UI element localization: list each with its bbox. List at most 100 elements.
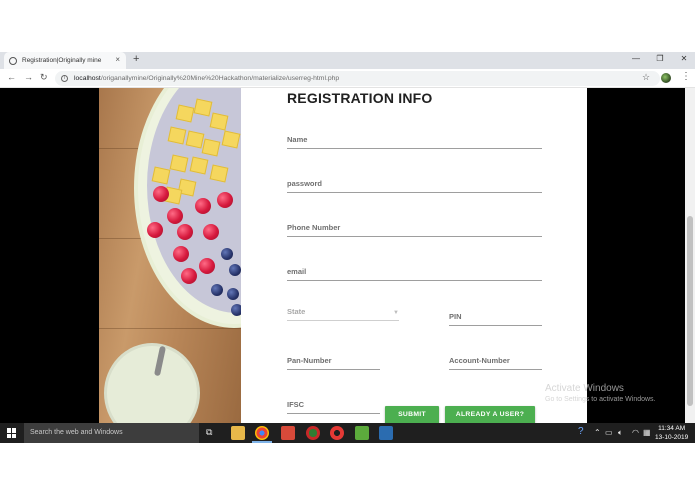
ifsc-label: IFSC	[287, 400, 305, 409]
registration-form: REGISTRATION INFO Name password Phone Nu…	[241, 88, 587, 423]
activate-subtitle: Go to Settings to activate Windows.	[545, 396, 656, 403]
profile-avatar[interactable]	[661, 73, 671, 83]
mango-piece	[221, 130, 241, 149]
file-explorer-icon[interactable]	[231, 426, 245, 440]
menu-dots-icon[interactable]: ⋮	[681, 71, 691, 82]
account-number-field[interactable]: Account-Number	[449, 351, 542, 370]
mango-piece	[169, 154, 189, 173]
raspberry	[181, 268, 197, 284]
mango-piece	[167, 126, 187, 145]
raspberry	[153, 186, 169, 202]
chrome-icon[interactable]	[255, 426, 269, 440]
reload-icon[interactable]: ↻	[40, 72, 48, 83]
mango-piece	[209, 164, 229, 183]
maximize-button[interactable]: ❐	[653, 54, 667, 63]
raspberry	[167, 208, 183, 224]
mango-piece	[151, 166, 171, 185]
raspberry	[173, 246, 189, 262]
volume-icon[interactable]: 🔈︎	[618, 428, 623, 438]
raspberry	[147, 222, 163, 238]
pan-number-field[interactable]: Pan-Number	[287, 351, 380, 370]
pan-number-label: Pan-Number	[287, 356, 332, 365]
notepad-plus-icon[interactable]	[355, 426, 369, 440]
tab-strip: Registration|Originally mine × + — ❐ ✕	[0, 52, 695, 69]
form-title: REGISTRATION INFO	[287, 90, 433, 106]
raspberry	[199, 258, 215, 274]
mango-piece	[209, 112, 229, 131]
tab-title: Registration|Originally mine	[22, 57, 102, 64]
activate-title: Activate Windows	[545, 383, 624, 394]
blueberry	[229, 264, 241, 276]
page-viewport: REGISTRATION INFO Name password Phone Nu…	[0, 88, 695, 423]
mango-piece	[189, 156, 209, 175]
fruit-bowl-image	[99, 88, 241, 423]
wifi-icon[interactable]: ◠	[632, 428, 639, 437]
state-select[interactable]: State ▼	[287, 304, 399, 321]
raspberry	[177, 224, 193, 240]
page-scrollbar[interactable]	[685, 88, 695, 423]
help-icon[interactable]: ?	[578, 426, 584, 437]
bookmark-star-icon[interactable]: ☆	[642, 72, 650, 83]
presentation-app-icon[interactable]	[281, 426, 295, 440]
scrollbar-thumb[interactable]	[687, 216, 693, 406]
blueberry	[231, 304, 241, 316]
name-field[interactable]: Name	[287, 130, 542, 149]
milk-cup	[104, 343, 200, 423]
blueberry	[211, 284, 223, 296]
url-text: localhost/origanallymine/Originally%20Mi…	[74, 75, 339, 82]
password-label: password	[287, 179, 323, 188]
windows-start-icon[interactable]	[7, 428, 17, 438]
wood-grain	[99, 328, 241, 329]
raspberry	[203, 224, 219, 240]
email-label: email	[287, 267, 307, 276]
phone-number-field[interactable]: Phone Number	[287, 218, 542, 237]
mango-piece	[201, 138, 221, 157]
account-number-label: Account-Number	[449, 356, 510, 365]
clock-date: 13-10-2019	[655, 434, 689, 441]
already-a-user-button[interactable]: ALREADY A USER?	[445, 406, 535, 423]
submit-button[interactable]: SUBMIT	[385, 406, 439, 423]
back-arrow-icon[interactable]: ←	[7, 72, 16, 82]
password-field[interactable]: password	[287, 174, 542, 193]
battery-icon[interactable]: ▭	[605, 428, 613, 437]
browser-tab[interactable]: Registration|Originally mine ×	[4, 52, 126, 69]
browser-toolbar: ← → ↻ i localhost/origanallymine/Origina…	[0, 69, 695, 88]
minimize-button[interactable]: —	[629, 54, 643, 63]
activate-windows-watermark: Activate Windows Go to Settings to activ…	[545, 383, 656, 403]
raspberry	[217, 192, 233, 208]
name-label: Name	[287, 135, 308, 144]
chevron-up-icon[interactable]: ⌃	[594, 428, 601, 437]
url-host: localhost	[74, 75, 101, 82]
pin-field[interactable]: PIN	[449, 307, 542, 326]
info-icon[interactable]: i	[61, 75, 68, 82]
mango-piece	[185, 130, 205, 149]
blueberry	[221, 248, 233, 260]
address-bar[interactable]: i localhost/origanallymine/Originally%20…	[55, 71, 660, 86]
keyboard-icon[interactable]: ▦	[643, 428, 651, 437]
media-app-icon[interactable]	[306, 426, 320, 440]
opera-icon[interactable]	[330, 426, 344, 440]
phone-number-label: Phone Number	[287, 223, 341, 232]
active-app-indicator	[252, 441, 272, 443]
mango-piece	[175, 104, 195, 123]
blueberry	[227, 288, 239, 300]
screen: Registration|Originally mine × + — ❐ ✕ ←…	[0, 0, 695, 494]
tab-close-button[interactable]: ×	[115, 55, 120, 64]
raspberry	[195, 198, 211, 214]
email-field[interactable]: email	[287, 262, 542, 281]
forward-arrow-icon[interactable]: →	[24, 72, 33, 82]
taskbar: Search the web and Windows ⧉ ? ⌃ ▭ 🔈︎ ◠ …	[0, 423, 695, 443]
mango-piece	[193, 98, 213, 117]
state-label: State	[287, 307, 306, 316]
ifsc-field[interactable]: IFSC	[287, 395, 380, 414]
chevron-down-icon: ▼	[393, 310, 399, 316]
new-tab-button[interactable]: +	[133, 53, 139, 65]
close-window-button[interactable]: ✕	[677, 54, 691, 63]
pin-label: PIN	[449, 312, 462, 321]
globe-icon	[9, 56, 17, 65]
url-path: /origanallymine/Originally%20Mine%20Hack…	[100, 75, 340, 82]
taskbar-search-box[interactable]: Search the web and Windows	[24, 423, 199, 443]
system-clock[interactable]: 11:34 AM 13-10-2019	[655, 424, 688, 442]
task-view-icon[interactable]: ⧉	[206, 427, 212, 438]
code-editor-icon[interactable]	[379, 426, 393, 440]
